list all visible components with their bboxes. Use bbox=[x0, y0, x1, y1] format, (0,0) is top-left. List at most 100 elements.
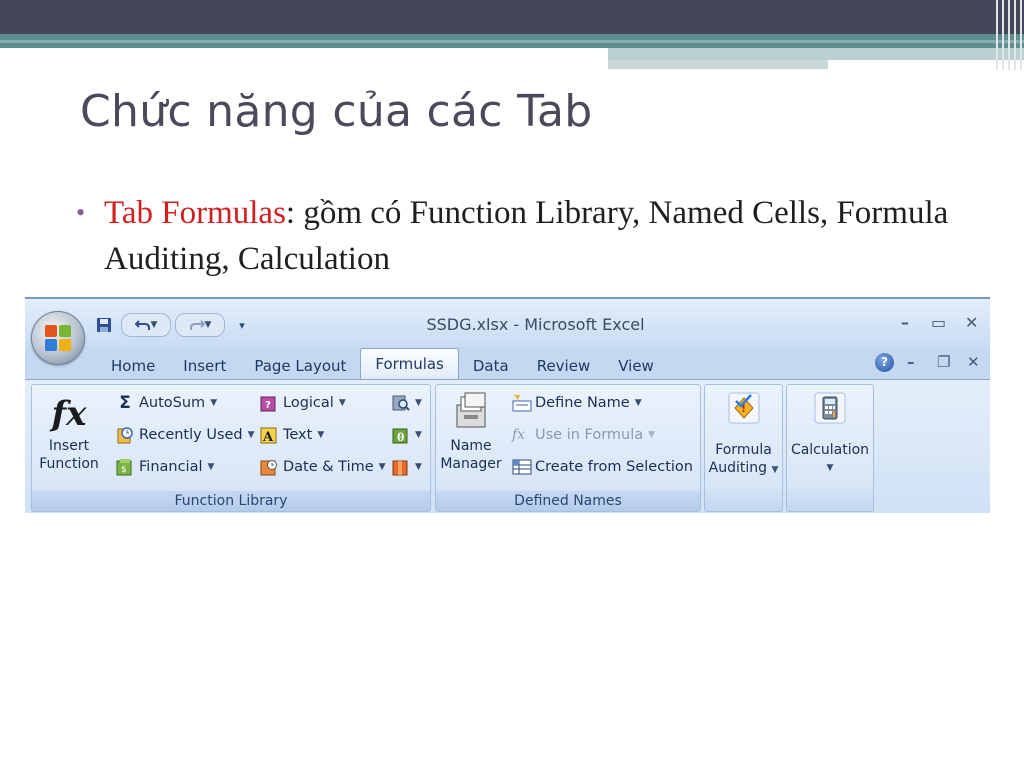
function-library-group: fx Insert Function Σ AutoSum ▼ Recently … bbox=[31, 384, 431, 512]
more-functions-dropdown-icon: ▼ bbox=[415, 462, 422, 472]
office-logo-icon bbox=[45, 325, 71, 351]
autosum-dropdown-icon: ▼ bbox=[210, 398, 218, 408]
text-button[interactable]: A Text ▼ bbox=[260, 423, 324, 447]
office-button[interactable] bbox=[31, 311, 85, 365]
recently-used-icon bbox=[116, 426, 134, 444]
tab-formulas[interactable]: Formulas bbox=[360, 348, 459, 379]
recently-used-label: Recently Used bbox=[139, 427, 243, 443]
help-button[interactable]: ? bbox=[875, 353, 894, 372]
name-manager-icon bbox=[440, 391, 502, 437]
text-dropdown-icon: ▼ bbox=[317, 430, 325, 440]
use-in-formula-dropdown-icon: ▼ bbox=[648, 430, 656, 440]
define-name-icon bbox=[512, 394, 532, 412]
tab-page-layout[interactable]: Page Layout bbox=[240, 353, 360, 379]
calculation-button[interactable]: Calculation ▼ bbox=[789, 391, 871, 477]
date-time-dropdown-icon: ▼ bbox=[378, 462, 386, 472]
svg-text:A: A bbox=[262, 430, 274, 444]
doc-restore-button[interactable]: ❐ bbox=[937, 353, 950, 371]
formula-auditing-icon: ! bbox=[707, 391, 780, 441]
use-in-formula-icon: fx bbox=[512, 427, 526, 443]
define-name-button[interactable]: Define Name ▼ bbox=[512, 391, 642, 415]
insert-function-icon: fx bbox=[51, 394, 87, 434]
define-name-label: Define Name bbox=[535, 395, 630, 411]
name-manager-button[interactable]: Name Manager bbox=[440, 391, 502, 473]
bullet-dot: • bbox=[76, 198, 86, 227]
sigma-icon: Σ bbox=[119, 393, 131, 413]
use-in-formula-label: Use in Formula bbox=[535, 427, 644, 443]
calculation-dropdown-icon: ▼ bbox=[826, 463, 834, 473]
logical-dropdown-icon: ▼ bbox=[338, 398, 346, 408]
create-from-selection-button[interactable]: Create from Selection bbox=[512, 455, 693, 479]
financial-label: Financial bbox=[139, 459, 203, 475]
slide-top-bar bbox=[0, 0, 1024, 34]
ribbon-body: fx Insert Function Σ AutoSum ▼ Recently … bbox=[25, 379, 990, 513]
doc-close-button[interactable]: ✕ bbox=[967, 353, 980, 371]
defined-names-group: Name Manager Define Name ▼ fx Use in For… bbox=[435, 384, 701, 512]
define-name-dropdown-icon: ▼ bbox=[634, 398, 642, 408]
text-label: Text bbox=[283, 427, 313, 443]
date-time-button[interactable]: Date & Time ▼ bbox=[260, 455, 386, 479]
math-trig-button[interactable]: θ ▼ bbox=[392, 423, 422, 447]
lookup-reference-dropdown-icon: ▼ bbox=[415, 398, 422, 408]
financial-button[interactable]: $ Financial ▼ bbox=[116, 455, 214, 479]
autosum-button[interactable]: Σ AutoSum ▼ bbox=[116, 391, 217, 415]
bullet-highlight: Tab Formulas bbox=[104, 195, 286, 231]
text-icon: A bbox=[260, 426, 278, 445]
svg-text:$: $ bbox=[121, 465, 127, 475]
financial-icon: $ bbox=[116, 458, 134, 476]
slide-sub-bar bbox=[608, 48, 1024, 60]
excel-ribbon-screenshot: ▼ ▼ ▾ SSDG.xlsx - Microsoft Excel – ▭ ✕ … bbox=[25, 297, 990, 513]
recently-used-dropdown-icon: ▼ bbox=[247, 430, 255, 440]
slide-sub-bar-thin bbox=[608, 60, 828, 69]
calculation-group: Calculation ▼ bbox=[786, 384, 874, 512]
window-minimize-button[interactable]: – bbox=[901, 313, 909, 332]
logical-button[interactable]: ? Logical ▼ bbox=[260, 391, 346, 415]
name-manager-label-1: Name bbox=[450, 438, 492, 454]
svg-text:?: ? bbox=[265, 400, 271, 411]
insert-function-label-2: Function bbox=[39, 456, 99, 472]
lookup-reference-icon bbox=[392, 394, 410, 412]
tab-data[interactable]: Data bbox=[459, 353, 523, 379]
window-close-button[interactable]: ✕ bbox=[965, 313, 978, 332]
formula-auditing-label-1: Formula bbox=[715, 442, 772, 458]
bullet-item: • Tab Formulas: gồm có Function Library,… bbox=[76, 190, 996, 282]
slide-title: Chức năng của các Tab bbox=[80, 86, 593, 137]
svg-text:θ: θ bbox=[397, 431, 404, 444]
math-trig-icon: θ bbox=[392, 426, 410, 444]
formula-auditing-group: ! Formula Auditing ▼ bbox=[704, 384, 783, 512]
recently-used-button[interactable]: Recently Used ▼ bbox=[116, 423, 255, 447]
lookup-reference-button[interactable]: ▼ bbox=[392, 391, 422, 415]
insert-function-button[interactable]: fx Insert Function bbox=[36, 391, 102, 473]
bullet-text: Tab Formulas: gồm có Function Library, N… bbox=[104, 190, 996, 282]
calculator-icon bbox=[789, 391, 871, 441]
create-from-selection-label: Create from Selection bbox=[535, 459, 693, 475]
name-manager-label-2: Manager bbox=[440, 456, 502, 472]
window-restore-button[interactable]: ▭ bbox=[931, 313, 946, 332]
autosum-label: AutoSum bbox=[139, 395, 206, 411]
insert-function-label-1: Insert bbox=[48, 438, 90, 454]
create-from-selection-icon bbox=[512, 458, 532, 476]
use-in-formula-button[interactable]: fx Use in Formula ▼ bbox=[512, 423, 655, 447]
tab-review[interactable]: Review bbox=[523, 353, 605, 379]
formula-auditing-label-2: Auditing ▼ bbox=[708, 460, 779, 476]
function-library-label: Function Library bbox=[32, 491, 430, 511]
formula-auditing-dropdown-icon: ▼ bbox=[771, 465, 779, 475]
date-time-label: Date & Time bbox=[283, 459, 374, 475]
tab-insert[interactable]: Insert bbox=[169, 353, 240, 379]
more-functions-icon bbox=[392, 458, 410, 476]
formula-auditing-button[interactable]: ! Formula Auditing ▼ bbox=[707, 391, 780, 479]
logical-icon: ? bbox=[260, 394, 278, 412]
logical-label: Logical bbox=[283, 395, 334, 411]
math-trig-dropdown-icon: ▼ bbox=[415, 430, 422, 440]
defined-names-label: Defined Names bbox=[436, 491, 700, 511]
financial-dropdown-icon: ▼ bbox=[207, 462, 215, 472]
ribbon-tabs: Home Insert Page Layout Formulas Data Re… bbox=[97, 348, 668, 379]
more-functions-button[interactable]: ▼ bbox=[392, 455, 422, 479]
slide-teal-line bbox=[0, 40, 1024, 43]
window-title: SSDG.xlsx - Microsoft Excel bbox=[426, 315, 645, 334]
tab-home[interactable]: Home bbox=[97, 353, 169, 379]
calculation-label: Calculation bbox=[790, 442, 870, 458]
slide-stripes bbox=[994, 0, 1024, 70]
tab-view[interactable]: View bbox=[604, 353, 668, 379]
doc-minimize-button[interactable]: – bbox=[907, 353, 915, 371]
